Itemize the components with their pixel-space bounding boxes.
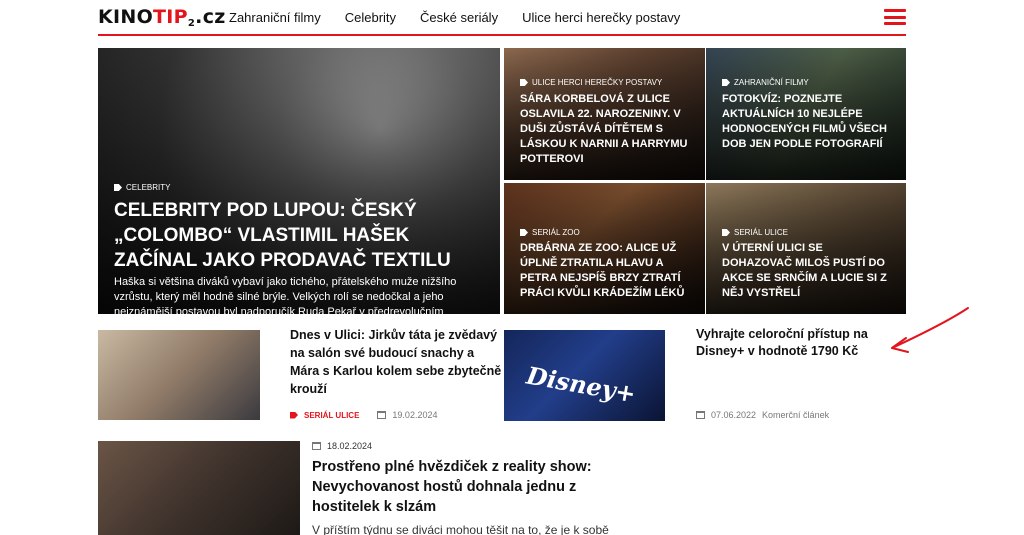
article-category[interactable]: SERIÁL ULICE — [304, 411, 359, 420]
article-title[interactable]: Vyhrajte celoroční přístup na Disney+ v … — [696, 326, 896, 360]
tag-icon — [520, 79, 528, 86]
hero-title[interactable]: CELEBRITY POD LUPOU: ČESKÝ „COLOMBO“ VLA… — [114, 198, 484, 273]
tag-icon — [722, 79, 730, 86]
disney-plus-logo: Disney+ — [524, 360, 638, 409]
tile-article-3[interactable]: SERIÁL ZOO DRBÁRNA ZE ZOO: ALICE UŽ ÚPLN… — [504, 183, 705, 314]
logo-text-tip: TIP — [153, 6, 188, 28]
tile-article-4[interactable]: SERIÁL ULICE V ÚTERNÍ ULICI SE DOHAZOVAČ… — [706, 183, 906, 314]
tag-icon — [722, 229, 730, 236]
tile-category-label: SERIÁL ZOO — [532, 228, 580, 237]
tile-article-2[interactable]: ZAHRANIČNÍ FILMY FOTOKVÍZ: POZNEJTE AKTU… — [706, 48, 906, 180]
tile-category-label: ZAHRANIČNÍ FILMY — [734, 78, 809, 87]
calendar-icon — [377, 411, 387, 419]
hero-category[interactable]: CELEBRITY — [114, 183, 170, 192]
main-nav: Zahraniční filmy Celebrity České seriály… — [229, 10, 704, 25]
logo-text-sub: 2 — [187, 18, 196, 29]
tag-icon — [114, 184, 122, 191]
calendar-icon — [312, 442, 321, 450]
article-title[interactable]: Prostřeno plné hvězdiček z reality show:… — [312, 457, 612, 517]
tile-category[interactable]: ULICE HERCI HEREČKY POSTAVY — [520, 78, 662, 87]
nav-ulice[interactable]: Ulice herci herečky postavy — [522, 10, 680, 25]
article-date: 19.02.2024 — [392, 410, 438, 420]
article-title[interactable]: Dnes v Ulici: Jirkův táta je zvědavý na … — [290, 326, 505, 398]
logo-text-domain: .cz — [195, 6, 226, 28]
article-date: 18.02.2024 — [327, 441, 373, 451]
nav-celebrity[interactable]: Celebrity — [345, 10, 396, 25]
article-thumbnail[interactable]: Disney+ — [504, 330, 665, 421]
site-logo[interactable]: KINOTIP2.cz — [98, 6, 226, 29]
tile-article-1[interactable]: ULICE HERCI HEREČKY POSTAVY SÁRA KORBELO… — [504, 48, 705, 180]
article-meta: 07.06.2022 Komerční článek — [696, 410, 829, 420]
article-perex: V příštím týdnu se diváci mohou těšit na… — [312, 523, 609, 535]
logo-text-kino: KINO — [98, 6, 154, 28]
annotation-arrow-icon — [891, 307, 969, 353]
article-meta: 18.02.2024 — [312, 441, 372, 451]
nav-zahranicni-filmy[interactable]: Zahraniční filmy — [229, 10, 321, 25]
tile-category[interactable]: SERIÁL ULICE — [722, 228, 788, 237]
tile-category-label: SERIÁL ULICE — [734, 228, 788, 237]
tile-category[interactable]: ZAHRANIČNÍ FILMY — [722, 78, 809, 87]
article-thumbnail[interactable] — [98, 330, 260, 420]
tag-icon — [520, 229, 528, 236]
article-thumbnail[interactable] — [98, 441, 300, 535]
tile-title[interactable]: DRBÁRNA ZE ZOO: ALICE UŽ ÚPLNĚ ZTRATILA … — [520, 241, 690, 301]
hamburger-icon[interactable] — [884, 9, 906, 25]
calendar-icon — [696, 411, 705, 419]
nav-ceske-serialy[interactable]: České seriály — [420, 10, 498, 25]
tile-title[interactable]: SÁRA KORBELOVÁ Z ULICE OSLAVILA 22. NARO… — [520, 92, 690, 167]
hero-article[interactable]: CELEBRITY CELEBRITY POD LUPOU: ČESKÝ „CO… — [98, 48, 500, 314]
tile-title[interactable]: FOTOKVÍZ: POZNEJTE AKTUÁLNÍCH 10 NEJLÉPE… — [722, 92, 892, 152]
commercial-label: Komerční článek — [762, 410, 830, 420]
tile-category[interactable]: SERIÁL ZOO — [520, 228, 580, 237]
tag-icon — [290, 411, 298, 419]
hero-category-label: CELEBRITY — [126, 183, 171, 192]
article-date: 07.06.2022 — [711, 410, 757, 420]
site-header: KINOTIP2.cz Zahraniční filmy Celebrity Č… — [98, 0, 906, 36]
tile-title[interactable]: V ÚTERNÍ ULICI SE DOHAZOVAČ MILOŠ PUSTÍ … — [722, 241, 892, 301]
hero-perex: Haška si většina diváků vybaví jako tich… — [114, 276, 457, 314]
tile-category-label: ULICE HERCI HEREČKY POSTAVY — [532, 78, 663, 87]
article-meta: SERIÁL ULICE 19.02.2024 — [290, 410, 437, 420]
